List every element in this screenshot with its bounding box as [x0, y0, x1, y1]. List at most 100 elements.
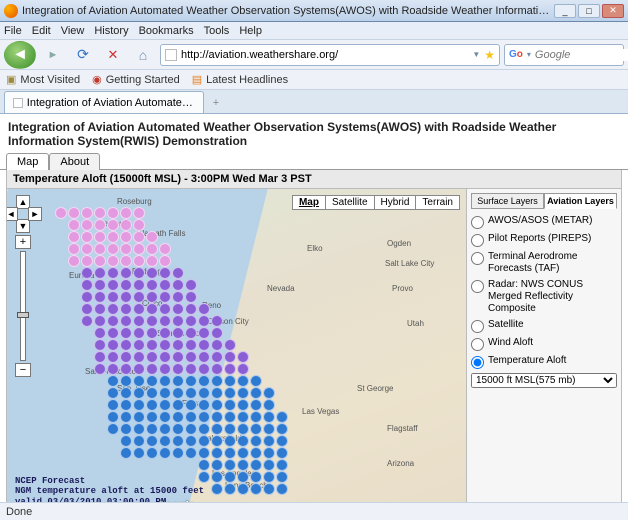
browser-tab[interactable]: Integration of Aviation Automated ... — [4, 91, 204, 113]
maptype-hybrid[interactable]: Hybrid — [375, 196, 417, 209]
temp-grid-dot — [133, 267, 145, 279]
stop-button[interactable]: ✕ — [100, 43, 126, 67]
temp-grid-dot — [159, 423, 171, 435]
temp-grid-dot — [211, 459, 223, 471]
temp-grid-dot — [172, 423, 184, 435]
temp-grid-dot — [133, 399, 145, 411]
maptype-satellite[interactable]: Satellite — [326, 196, 375, 209]
zoom-thumb[interactable] — [17, 312, 29, 318]
temp-grid-dot — [211, 483, 223, 495]
minimize-button[interactable]: _ — [554, 4, 576, 18]
temp-grid-dot — [185, 411, 197, 423]
pan-west[interactable]: ◄ — [7, 207, 18, 221]
layer-label[interactable]: Wind Aloft — [488, 337, 617, 349]
temp-grid-dot — [107, 267, 119, 279]
zoom-out[interactable]: − — [15, 363, 31, 377]
layer-radio[interactable] — [471, 356, 484, 369]
temp-grid-dot — [224, 483, 236, 495]
temp-grid-dot — [107, 339, 119, 351]
temp-grid-dot — [224, 471, 236, 483]
search-input[interactable] — [535, 49, 628, 61]
menu-tools[interactable]: Tools — [204, 25, 230, 37]
page-icon: ◉ — [92, 73, 102, 86]
temp-grid-dot — [263, 399, 275, 411]
temp-grid-dot — [185, 327, 197, 339]
new-tab-button[interactable]: + — [204, 93, 228, 113]
tab-map[interactable]: Map — [6, 153, 49, 170]
maximize-button[interactable]: □ — [578, 4, 600, 18]
home-button[interactable]: ⌂ — [130, 43, 156, 67]
layer-radio[interactable] — [471, 252, 484, 265]
temp-grid-dot — [81, 243, 93, 255]
maptype-terrain[interactable]: Terrain — [416, 196, 459, 209]
pan-east[interactable]: ► — [28, 207, 42, 221]
menu-view[interactable]: View — [61, 25, 85, 37]
temp-grid-dot — [146, 231, 158, 243]
feed-icon: ▤ — [192, 73, 202, 86]
menu-edit[interactable]: Edit — [32, 25, 51, 37]
maptype-map[interactable]: Map — [293, 196, 326, 209]
temp-grid-dot — [237, 483, 249, 495]
temp-grid-dot — [120, 411, 132, 423]
bookmark-latest-headlines[interactable]: ▤Latest Headlines — [192, 73, 288, 86]
temp-grid-dot — [94, 255, 106, 267]
layer-label[interactable]: AWOS/ASOS (METAR) — [488, 215, 617, 227]
layer-label[interactable]: Radar: NWS CONUS Merged Reflectivity Com… — [488, 279, 617, 315]
temp-grid-dot — [185, 447, 197, 459]
layer-label[interactable]: Terminal Aerodrome Forecasts (TAF) — [488, 251, 617, 275]
back-button[interactable]: ◄ — [4, 41, 36, 69]
temp-grid-dot — [224, 435, 236, 447]
city-label: Utah — [407, 319, 424, 328]
temp-grid-dot — [185, 387, 197, 399]
temp-grid-dot — [107, 207, 119, 219]
altitude-select[interactable]: 15000 ft MSL(575 mb) — [471, 373, 617, 388]
pan-south[interactable]: ▼ — [16, 219, 30, 233]
temp-grid-dot — [146, 339, 158, 351]
temp-grid-dot — [185, 399, 197, 411]
close-button[interactable]: ✕ — [602, 4, 624, 18]
temp-grid-dot — [107, 243, 119, 255]
temp-grid-dot — [224, 375, 236, 387]
temp-grid-dot — [120, 243, 132, 255]
forward-button[interactable]: ► — [40, 43, 66, 67]
temp-grid-dot — [198, 387, 210, 399]
temp-grid-dot — [198, 303, 210, 315]
temp-grid-dot — [94, 315, 106, 327]
tab-surface-layers[interactable]: Surface Layers — [471, 193, 544, 209]
layer-radio[interactable] — [471, 234, 484, 247]
map-area[interactable]: RoseburgMedfordKlamath FallsEurekaReddin… — [7, 189, 466, 502]
bookmark-most-visited[interactable]: ▣Most Visited — [6, 73, 80, 86]
url-dropdown-icon[interactable]: ▼ — [472, 50, 480, 59]
temp-grid-dot — [81, 207, 93, 219]
status-text: Done — [6, 506, 32, 518]
menu-help[interactable]: Help — [239, 25, 262, 37]
layer-label[interactable]: Pilot Reports (PIREPS) — [488, 233, 617, 245]
menu-file[interactable]: File — [4, 25, 22, 37]
search-bar[interactable]: Go ▾ — [504, 44, 624, 66]
url-bar[interactable]: ▼ ★ — [160, 44, 500, 66]
layer-radio[interactable] — [471, 280, 484, 293]
search-engine-dropdown[interactable]: ▾ — [527, 50, 531, 59]
layer-label[interactable]: Satellite — [488, 319, 617, 331]
temp-grid-dot — [211, 435, 223, 447]
reload-button[interactable]: ⟳ — [70, 43, 96, 67]
url-input[interactable] — [181, 49, 468, 61]
layer-radio[interactable] — [471, 216, 484, 229]
temp-grid-dot — [146, 363, 158, 375]
temp-grid-dot — [133, 363, 145, 375]
menu-bar: File Edit View History Bookmarks Tools H… — [0, 22, 628, 40]
layer-radio[interactable] — [471, 338, 484, 351]
menu-bookmarks[interactable]: Bookmarks — [139, 25, 194, 37]
zoom-in[interactable]: + — [15, 235, 31, 249]
tab-about[interactable]: About — [49, 153, 100, 170]
tab-aviation-layers[interactable]: Aviation Layers — [544, 193, 617, 209]
bookmark-star-icon[interactable]: ★ — [484, 48, 495, 62]
temp-grid-dot — [146, 387, 158, 399]
zoom-track[interactable] — [20, 251, 26, 361]
layer-radio[interactable] — [471, 320, 484, 333]
menu-history[interactable]: History — [94, 25, 128, 37]
layer-label[interactable]: Temperature Aloft — [488, 355, 617, 367]
bookmark-getting-started[interactable]: ◉Getting Started — [92, 73, 180, 86]
temp-grid-dot — [159, 363, 171, 375]
city-label: St George — [357, 384, 393, 393]
